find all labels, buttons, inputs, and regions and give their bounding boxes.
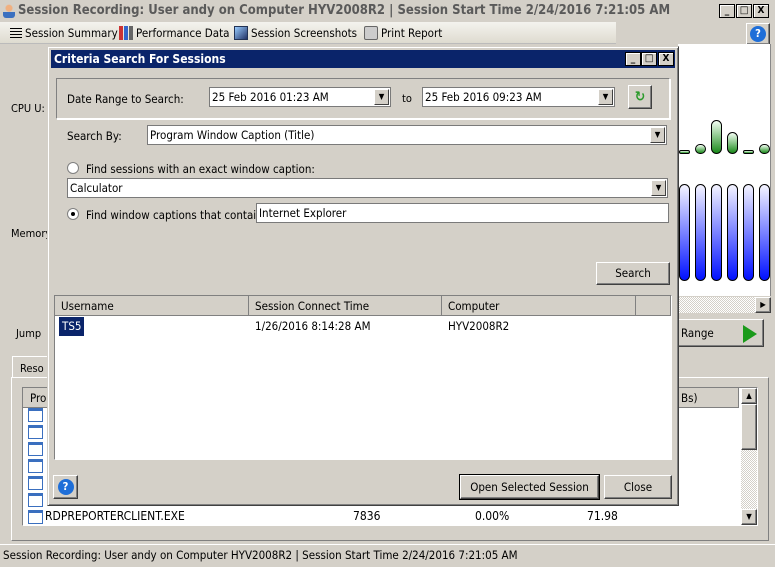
dialog-close-text-button[interactable]: Close [604, 475, 672, 499]
dialog-close-button[interactable]: X [658, 52, 674, 66]
search-by-label: Search By: [67, 129, 122, 143]
sessions-table: Username Session Connect Time Computer T… [54, 295, 672, 460]
cpu-bar [679, 150, 690, 154]
vertical-scrollbar[interactable]: ▲ ▼ [741, 388, 757, 525]
picture-icon [234, 26, 248, 40]
memory-bar [727, 184, 738, 281]
cpu-bar [727, 132, 738, 154]
memory-bar [679, 184, 690, 281]
list-icon [10, 27, 22, 39]
window-title-bar: Session Recording: User andy on Computer… [0, 0, 775, 22]
scroll-thumb[interactable] [741, 404, 757, 450]
criteria-search-dialog: Criteria Search For Sessions _ □ X Date … [47, 46, 679, 506]
play-icon [743, 325, 757, 343]
session-summary-button[interactable]: Session Summary [10, 25, 118, 41]
exact-caption-label: Find sessions with an exact window capti… [86, 162, 315, 176]
user-icon [3, 4, 15, 18]
help-icon: ? [57, 479, 74, 495]
dialog-maximize-button[interactable]: □ [641, 52, 657, 66]
dialog-help-button[interactable]: ? [53, 475, 78, 499]
cpu-bar [743, 150, 754, 154]
tab-resources[interactable]: Reso [12, 356, 52, 378]
open-selected-session-button[interactable]: Open Selected Session [459, 474, 600, 500]
chart-icon [119, 26, 133, 40]
cpu-bar [695, 144, 706, 154]
column-header-computer[interactable]: Computer [442, 296, 636, 316]
process-icon [28, 408, 43, 422]
help-button[interactable]: ? [746, 23, 770, 45]
horizontal-scrollbar[interactable]: ▶ [678, 297, 771, 313]
print-report-button[interactable]: Print Report [364, 25, 442, 41]
dialog-title-bar: Criteria Search For Sessions [51, 50, 675, 68]
search-button[interactable]: Search [596, 262, 670, 285]
memory-bar [759, 184, 770, 281]
chevron-down-icon[interactable]: ▼ [374, 89, 389, 105]
status-bar: Session Recording: User andy on Computer… [0, 544, 775, 567]
jump-label: Jump [16, 327, 42, 340]
memory-label: Memory [11, 227, 52, 240]
window-title: Session Recording: User andy on Computer… [18, 3, 671, 18]
chevron-down-icon[interactable]: ▼ [598, 89, 613, 105]
scroll-right-button[interactable]: ▶ [755, 297, 771, 313]
scroll-down-button[interactable]: ▼ [741, 509, 757, 525]
close-button[interactable]: X [753, 4, 769, 18]
session-screenshots-button[interactable]: Session Screenshots [234, 25, 357, 41]
process-icon [28, 425, 43, 439]
toolbar: Session Summary Performance Data Session… [0, 22, 616, 44]
range-button[interactable]: Range [676, 319, 764, 347]
column-header-filler [636, 296, 671, 316]
process-icon [28, 493, 43, 507]
table-row[interactable]: RDPREPORTERCLIENT.EXE 7836 0.00% 71.98 [23, 507, 739, 525]
exact-caption-radio[interactable] [67, 162, 79, 174]
chevron-down-icon[interactable]: ▼ [650, 127, 665, 143]
date-to-picker[interactable]: 25 Feb 2016 09:23 AM ▼ [422, 87, 615, 107]
chevron-down-icon[interactable]: ▼ [651, 180, 666, 196]
contains-caption-input[interactable] [256, 203, 669, 223]
performance-data-button[interactable]: Performance Data [119, 25, 229, 41]
to-label: to [402, 92, 412, 105]
date-range-label: Date Range to Search: [67, 92, 184, 106]
minimize-button[interactable]: _ [719, 4, 735, 18]
memory-bar [743, 184, 754, 281]
refresh-button[interactable]: ↻ [628, 85, 652, 109]
contains-caption-label: Find window captions that contain: [86, 208, 267, 222]
column-header-connect-time[interactable]: Session Connect Time [249, 296, 442, 316]
cpu-bar [759, 144, 770, 154]
exact-caption-dropdown[interactable]: Calculator ▼ [67, 178, 668, 198]
cpu-bar [711, 120, 722, 154]
search-by-dropdown[interactable]: Program Window Caption (Title) ▼ [147, 125, 667, 145]
memory-bar [695, 184, 706, 281]
scroll-up-button[interactable]: ▲ [741, 388, 757, 404]
table-row[interactable]: TS5 1/26/2016 8:14:28 AM HYV2008R2 [55, 317, 671, 336]
performance-chart [678, 44, 771, 296]
process-icon [28, 476, 43, 490]
memory-bar [711, 184, 722, 281]
dialog-minimize-button[interactable]: _ [625, 52, 641, 66]
column-header-memory[interactable]: Bs) [679, 388, 739, 408]
process-icon [28, 459, 43, 473]
refresh-icon: ↻ [634, 89, 646, 105]
maximize-button[interactable]: □ [736, 4, 752, 18]
printer-icon [364, 26, 378, 40]
help-icon: ? [750, 26, 766, 42]
date-from-picker[interactable]: 25 Feb 2016 01:23 AM ▼ [209, 87, 391, 107]
contains-caption-radio[interactable] [67, 208, 79, 220]
process-icon [28, 442, 43, 456]
column-header-username[interactable]: Username [55, 296, 249, 316]
cpu-label: CPU U: [11, 102, 45, 115]
